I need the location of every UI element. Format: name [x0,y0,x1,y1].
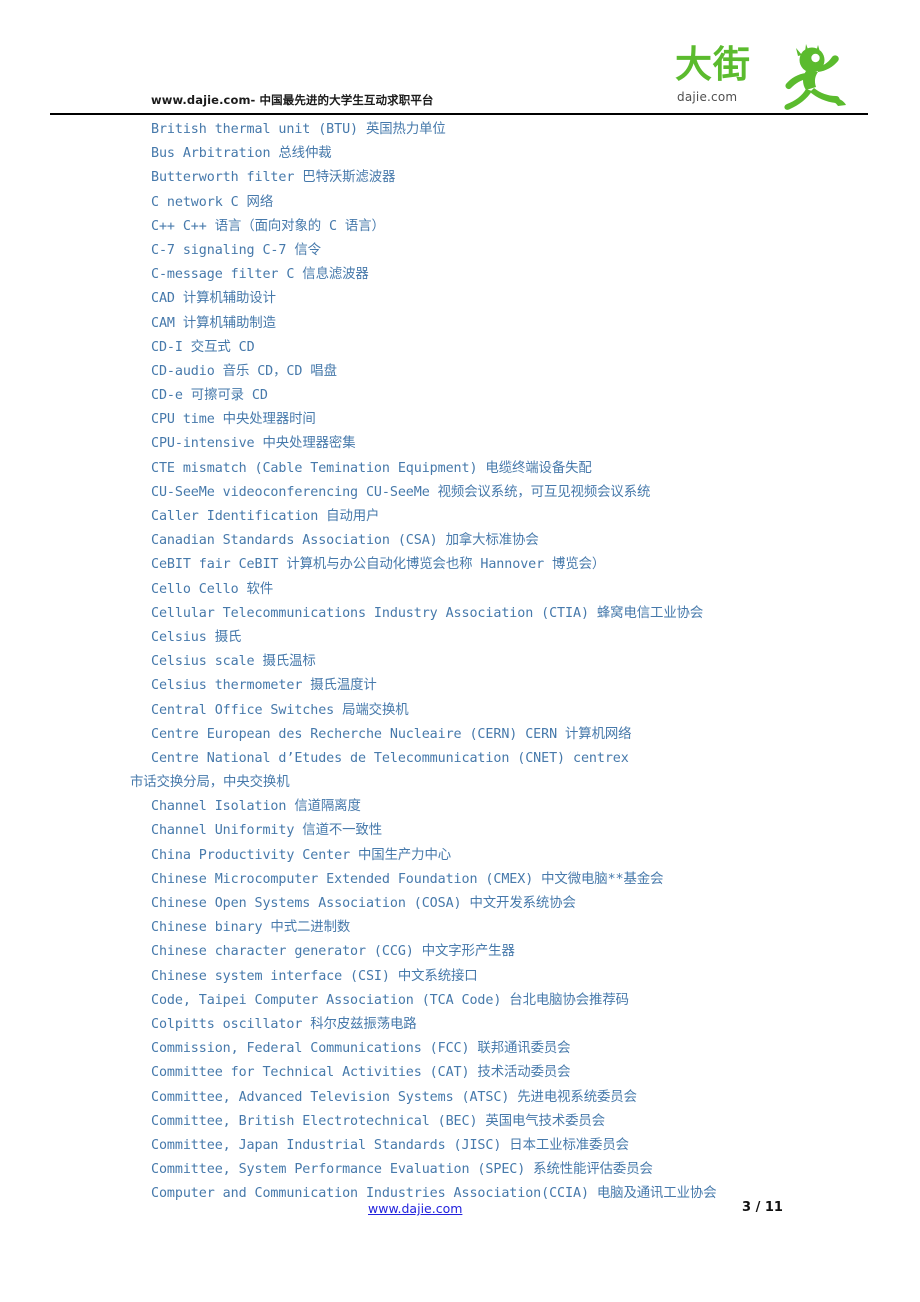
glossary-entry: CD-e 可擦可录 CD [151,388,268,404]
glossary-entry: China Productivity Center 中国生产力中心 [151,847,452,863]
footer-website-link[interactable]: www.dajie.com [368,1201,462,1216]
page-header: www.dajie.com- 中国最先进的大学生互动求职平台 大街 dajie.… [0,0,920,118]
glossary-entry: Chinese Open Systems Association (COSA) … [151,896,576,911]
site-logo: 大街 dajie.com [667,43,857,110]
glossary-entry: CTE mismatch (Cable Temination Equipment… [151,460,592,476]
glossary-body: British thermal unit (BTU) 英国热力单位 Bus Arb… [0,118,920,1206]
glossary-entry: C-7 signaling C-7 信令 [151,242,321,258]
page-footer: www.dajie.com 3 / 11 [0,1200,920,1240]
glossary-entry: CD-audio 音乐 CD，CD 唱盘 [151,363,337,379]
glossary-entry: C-message filter C 信息滤波器 [151,267,369,283]
glossary-entry: Centre National d’Etudes de Telecommunic… [151,750,629,766]
glossary-entry: CAD 计算机辅助设计 [151,291,276,307]
running-person-icon [784,44,846,110]
glossary-entry: 市话交换分局，中央交换机 [130,775,290,791]
glossary-entry: Chinese system interface (CSI) 中文系统接口 [151,968,478,984]
page-number: 3 / 11 [742,1200,783,1215]
header-inner: www.dajie.com- 中国最先进的大学生互动求职平台 大街 dajie.… [50,0,868,112]
glossary-entry: Channel Isolation 信道隔离度 [151,799,361,815]
glossary-entry: Committee, System Performance Evaluation… [151,1162,653,1178]
glossary-entry: Bus Arbitration 总线仲裁 [151,146,332,162]
glossary-entry: Committee for Technical Activities (CAT)… [151,1065,571,1081]
glossary-entry: Celsius 摄氏 [151,629,242,645]
glossary-entry: CU-SeeMe videoconferencing CU-SeeMe 视频会议… [151,484,651,500]
glossary-entry: CAM 计算机辅助制造 [151,315,276,331]
glossary-entry: Butterworth filter 巴特沃斯滤波器 [151,170,396,186]
glossary-entry: Centre European des Recherche Nucleaire … [151,726,632,742]
glossary-entry: CPU-intensive 中央处理器密集 [151,436,356,452]
glossary-entry: Commission, Federal Communications (FCC)… [151,1041,571,1057]
glossary-entry: Code, Taipei Computer Association (TCA C… [151,992,629,1008]
glossary-entry: Committee, Advanced Television Systems (… [151,1089,637,1105]
glossary-entry: Caller Identification 自动用户 [151,509,380,524]
glossary-entry: Committee, Japan Industrial Standards (J… [151,1137,629,1153]
glossary-entry: Chinese binary 中式二进制数 [151,920,351,936]
glossary-entry: Cello Cello 软件 [151,581,274,597]
header-divider-rule [50,113,868,115]
glossary-entry: CD-I 交互式 CD [151,339,255,355]
glossary-entry: Chinese Microcomputer Extended Foundatio… [151,871,664,887]
header-tagline: www.dajie.com- 中国最先进的大学生互动求职平台 [151,93,434,107]
glossary-entry: Colpitts oscillator 科尔皮兹振荡电路 [151,1016,417,1032]
glossary-entry: CeBIT fair CeBIT 计算机与办公自动化博览会也称 Hannover… [151,557,606,573]
glossary-entry: C network C 网络 [151,194,274,210]
glossary-entry: CPU time 中央处理器时间 [151,412,316,428]
glossary-entry: Celsius scale 摄氏温标 [151,654,316,670]
glossary-entry: Celsius thermometer 摄氏温度计 [151,678,377,694]
glossary-entry: C++ C++ 语言（面向对象的 C 语言） [151,218,385,234]
glossary-entry: Cellular Telecommunications Industry Ass… [151,605,704,621]
logo-wordmark: 大街 [675,43,751,86]
glossary-entry: Canadian Standards Association (CSA) 加拿大… [151,533,539,549]
glossary-entry: British thermal unit (BTU) 英国热力单位 [151,122,446,137]
glossary-entry: Channel Uniformity 信道不一致性 [151,823,383,839]
logo-domain-text: dajie.com [677,90,738,104]
glossary-entry: Central Office Switches 局端交换机 [151,702,409,718]
glossary-entry: Committee, British Electrotechnical (BEC… [151,1113,606,1129]
glossary-entry: Chinese character generator (CCG) 中文字形产生… [151,944,515,960]
